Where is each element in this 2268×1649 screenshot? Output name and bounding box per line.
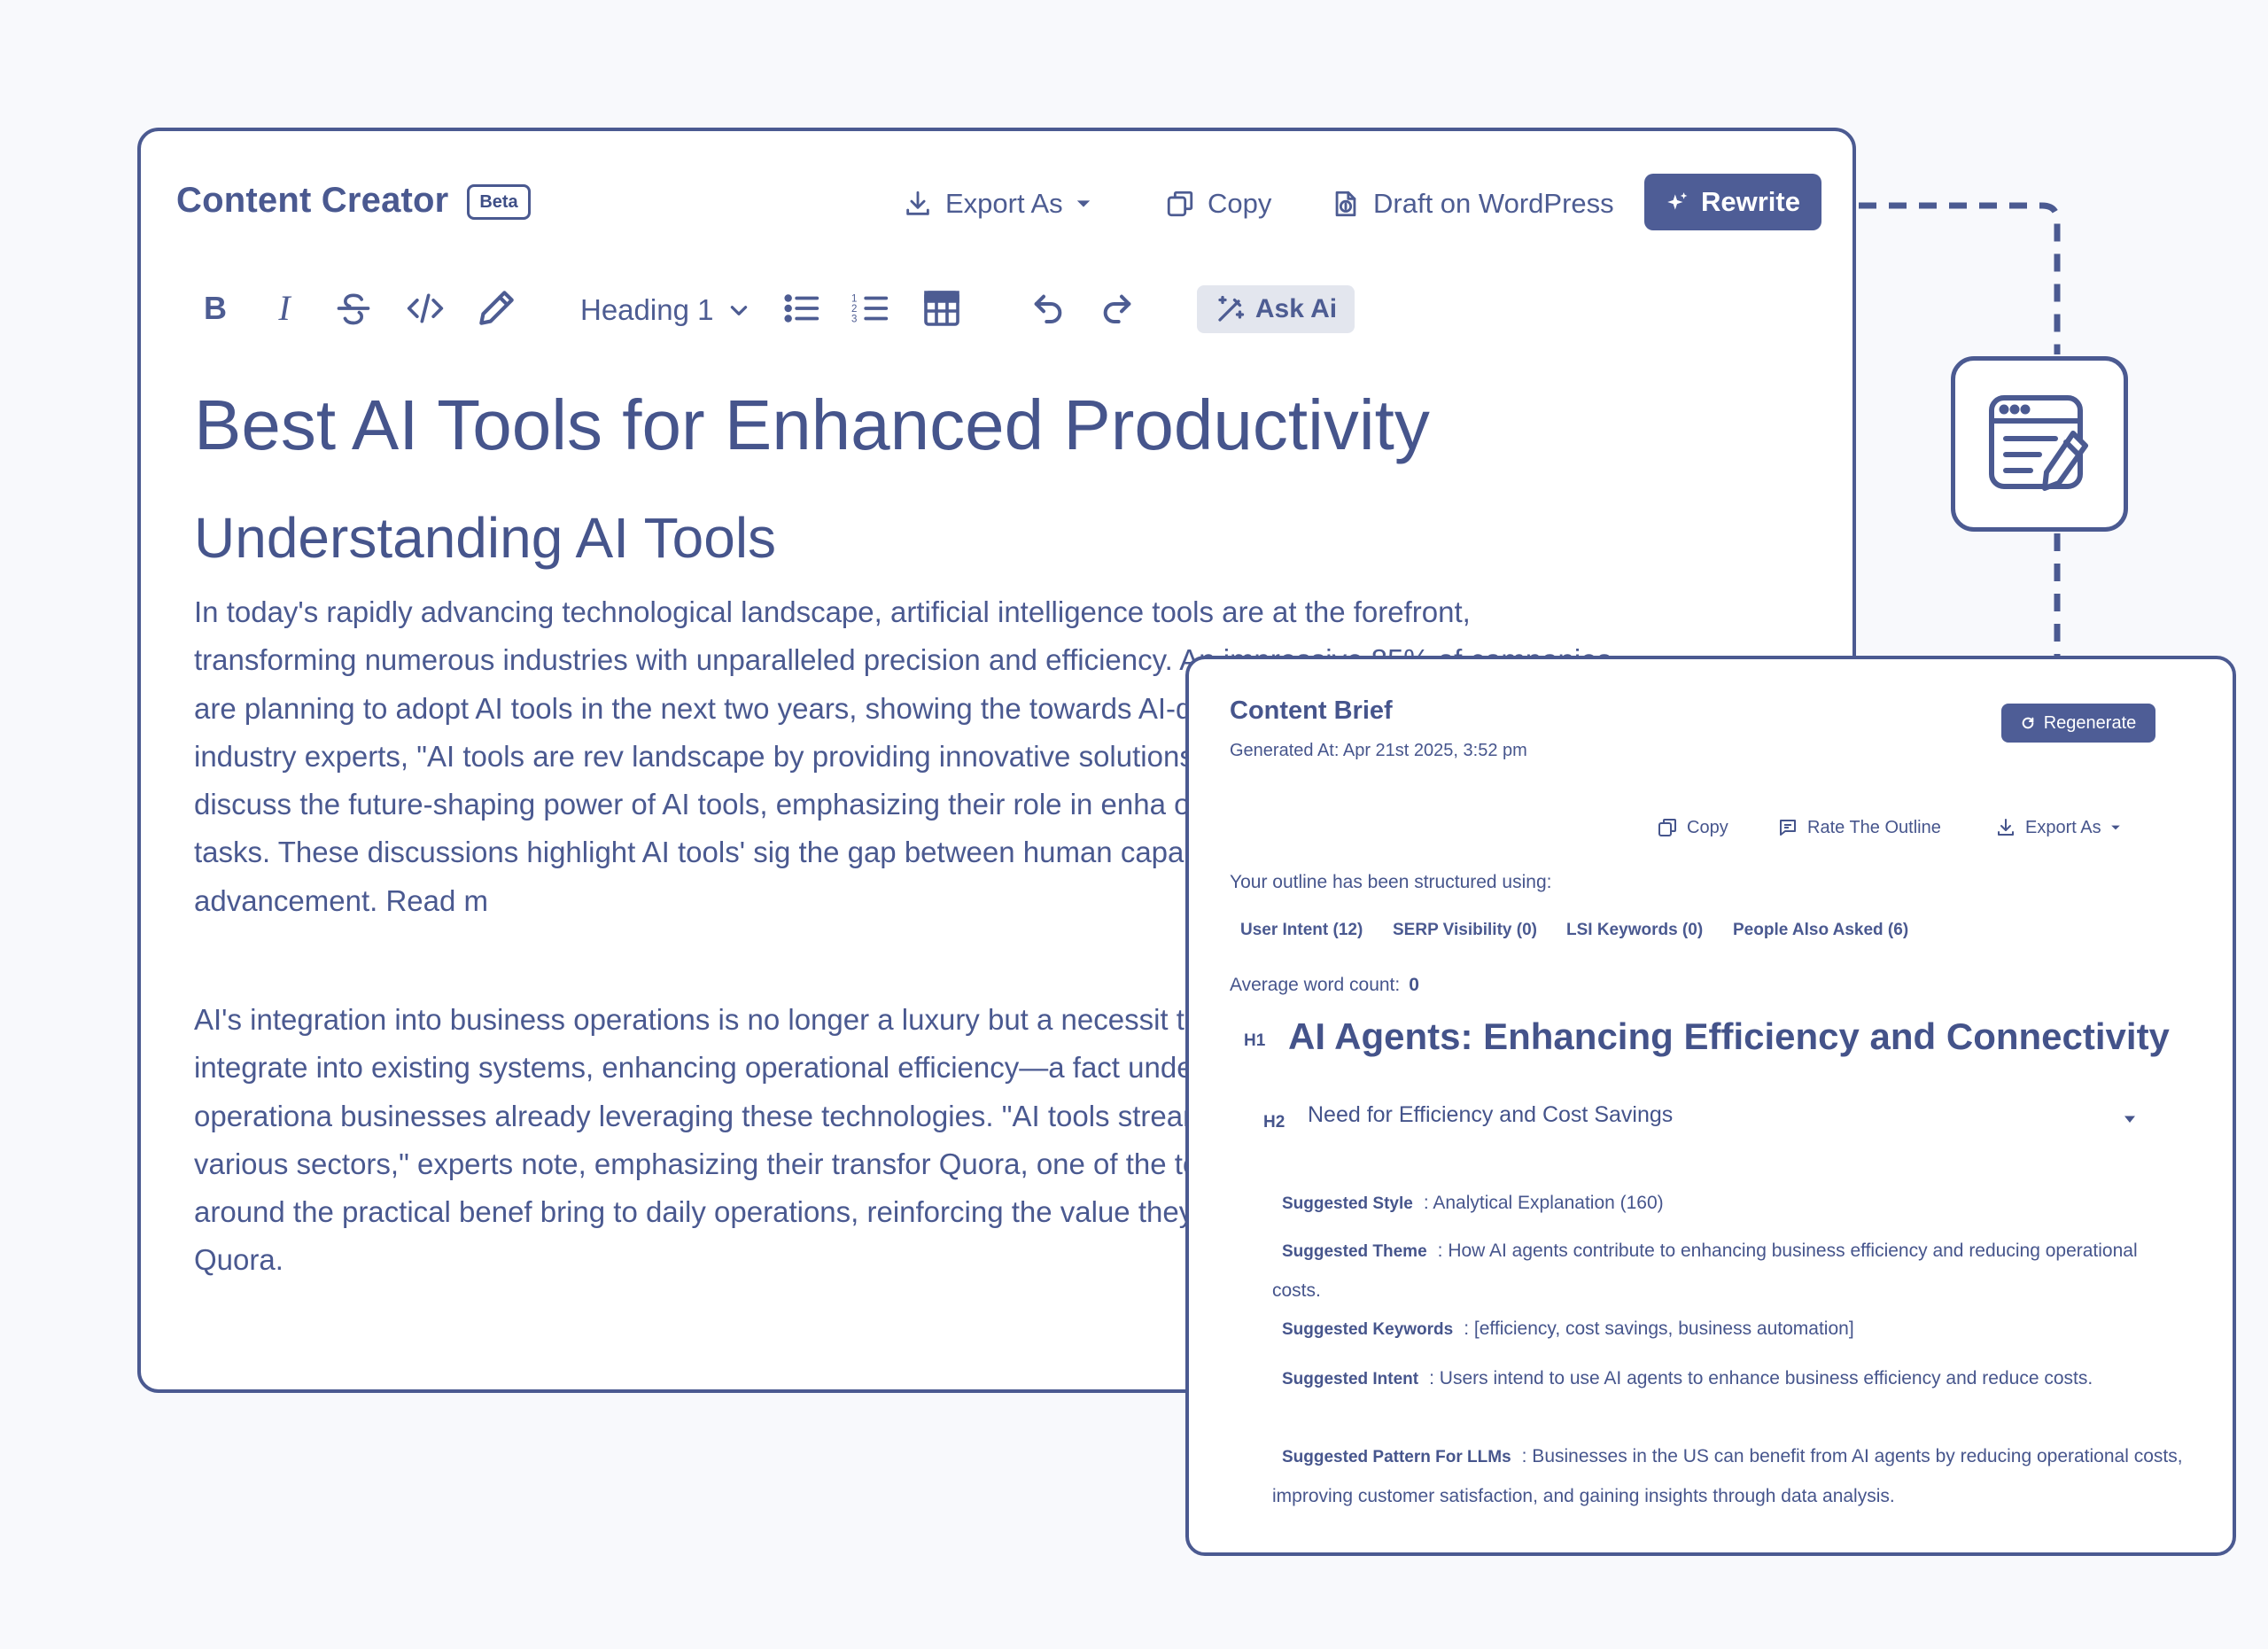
brief-export-as-button[interactable]: Export As — [1995, 810, 2121, 845]
bold-button[interactable]: B — [190, 284, 240, 333]
redo-icon — [1099, 291, 1135, 326]
suggested-pattern-for-llms: Suggested Pattern For LLMs: Businesses i… — [1272, 1437, 2185, 1516]
rewrite-label: Rewrite — [1701, 186, 1800, 217]
suggested-style-value: : Analytical Explanation (160) — [1423, 1193, 1664, 1213]
suggested-intent-key: Suggested Intent — [1282, 1370, 1419, 1388]
sparkle-icon — [1666, 191, 1689, 214]
svg-text:I: I — [277, 291, 291, 326]
svg-text:2: 2 — [851, 304, 857, 315]
regenerate-button[interactable]: Regenerate — [2001, 704, 2155, 743]
chip-user-intent[interactable]: User Intent (12) — [1240, 913, 1363, 948]
average-word-count-value: 0 — [1409, 975, 1419, 995]
heading-level-select[interactable]: Heading 1 — [580, 289, 750, 331]
bold-icon: B — [199, 291, 231, 326]
chip-lsi-keywords[interactable]: LSI Keywords (0) — [1566, 913, 1703, 948]
chevron-down-icon — [727, 299, 750, 322]
download-icon — [1995, 817, 2016, 838]
refresh-icon — [2021, 716, 2035, 730]
outline-h2: Need for Efficiency and Cost Savings — [1308, 1102, 1674, 1127]
wordpress-upload-icon — [1331, 189, 1361, 219]
brief-copy-label: Copy — [1687, 817, 1728, 837]
brief-copy-button[interactable]: Copy — [1657, 810, 1728, 845]
document-edit-tile — [1951, 356, 2128, 532]
suggested-intent-value: : Users intend to use AI agents to enhan… — [1429, 1368, 2093, 1388]
copy-button[interactable]: Copy — [1165, 181, 1271, 227]
rewrite-button[interactable]: Rewrite — [1644, 174, 1821, 230]
content-brief-panel: Content Brief Generated At: Apr 21st 202… — [1185, 656, 2236, 1556]
regenerate-label: Regenerate — [2043, 712, 2137, 733]
suggested-keywords: Suggested Keywords : [efficiency, cost sa… — [1272, 1310, 2185, 1350]
beta-badge: Beta — [467, 184, 531, 220]
message-icon — [1777, 817, 1798, 838]
suggested-keywords-key: Suggested Keywords — [1282, 1320, 1454, 1339]
chip-people-also-asked[interactable]: People Also Asked (6) — [1733, 913, 1908, 948]
svg-text:B: B — [204, 291, 227, 326]
document-title[interactable]: Best AI Tools for Enhanced Productivity — [194, 385, 1430, 466]
italic-button[interactable]: I — [260, 284, 309, 333]
download-icon — [903, 189, 933, 219]
document-heading[interactable]: Understanding AI Tools — [194, 505, 776, 571]
rate-outline-label: Rate The Outline — [1807, 817, 1941, 837]
undo-icon — [1030, 291, 1066, 326]
document-edit-icon — [1984, 389, 2094, 499]
export-as-button[interactable]: Export As — [903, 181, 1091, 227]
structured-using-label: Your outline has been structured using: — [1230, 872, 1552, 892]
chip-serp-visibility[interactable]: SERP Visibility (0) — [1393, 913, 1537, 948]
italic-icon: I — [268, 291, 300, 326]
heading-level-value: Heading 1 — [580, 293, 714, 326]
copy-label: Copy — [1208, 188, 1272, 219]
ask-ai-button[interactable]: Ask Ai — [1197, 285, 1355, 333]
svg-text:1: 1 — [851, 293, 857, 304]
h1-tag: H1 — [1244, 1031, 1266, 1050]
pen-icon — [474, 286, 518, 331]
rate-outline-button[interactable]: Rate The Outline — [1777, 810, 1941, 845]
suggested-pattern-key: Suggested Pattern For LLMs — [1282, 1448, 1511, 1466]
undo-button[interactable] — [1023, 284, 1073, 333]
numbered-list-icon: 123 — [850, 288, 891, 329]
suggested-style: Suggested Style : Analytical Explanation … — [1272, 1184, 2185, 1224]
redo-button[interactable] — [1092, 284, 1142, 333]
ask-ai-label: Ask Ai — [1254, 294, 1338, 323]
draft-on-wordpress-button[interactable]: Draft on WordPress — [1331, 181, 1614, 227]
svg-text:3: 3 — [851, 314, 857, 324]
code-icon — [403, 289, 447, 328]
table-icon — [920, 287, 963, 330]
magic-wand-icon — [1215, 293, 1247, 325]
brief-title: Content Brief — [1230, 696, 1393, 725]
copy-icon — [1657, 817, 1678, 838]
chevron-down-icon — [1076, 196, 1091, 212]
numbered-list-button[interactable]: 123 — [846, 284, 896, 333]
bullet-list-button[interactable] — [777, 284, 827, 333]
chevron-down-icon — [2110, 822, 2121, 833]
caret-down-icon[interactable] — [2123, 1115, 2137, 1125]
generated-timestamp: Generated At: Apr 21st 2025, 3:52 pm — [1230, 741, 1527, 760]
strikethrough-icon — [332, 289, 375, 328]
export-as-label: Export As — [945, 188, 1063, 219]
h2-tag: H2 — [1263, 1113, 1285, 1132]
suggested-theme: Suggested Theme: How AI agents contribut… — [1272, 1232, 2185, 1311]
draft-on-wordpress-label: Draft on WordPress — [1373, 188, 1614, 219]
table-button[interactable] — [917, 284, 967, 333]
suggested-intent: Suggested Intent : Users intend to use AI… — [1272, 1359, 2185, 1399]
code-button[interactable] — [398, 284, 453, 333]
highlight-button[interactable] — [469, 284, 524, 333]
bullet-list-icon — [781, 288, 822, 329]
copy-icon — [1165, 189, 1195, 219]
strikethrough-button[interactable] — [327, 284, 380, 333]
suggested-style-key: Suggested Style — [1282, 1194, 1413, 1213]
suggested-theme-key: Suggested Theme — [1282, 1242, 1427, 1261]
average-word-count-label: Average word count: — [1230, 975, 1401, 995]
app-title: Content Creator — [176, 181, 449, 220]
suggested-keywords-value: : [efficiency, cost savings, business au… — [1464, 1318, 1854, 1339]
average-word-count: Average word count: 0 — [1230, 975, 1419, 996]
brief-export-as-label: Export As — [2025, 817, 2101, 837]
outline-h1: AI Agents: Enhancing Efficiency and Conn… — [1288, 1015, 2170, 1057]
